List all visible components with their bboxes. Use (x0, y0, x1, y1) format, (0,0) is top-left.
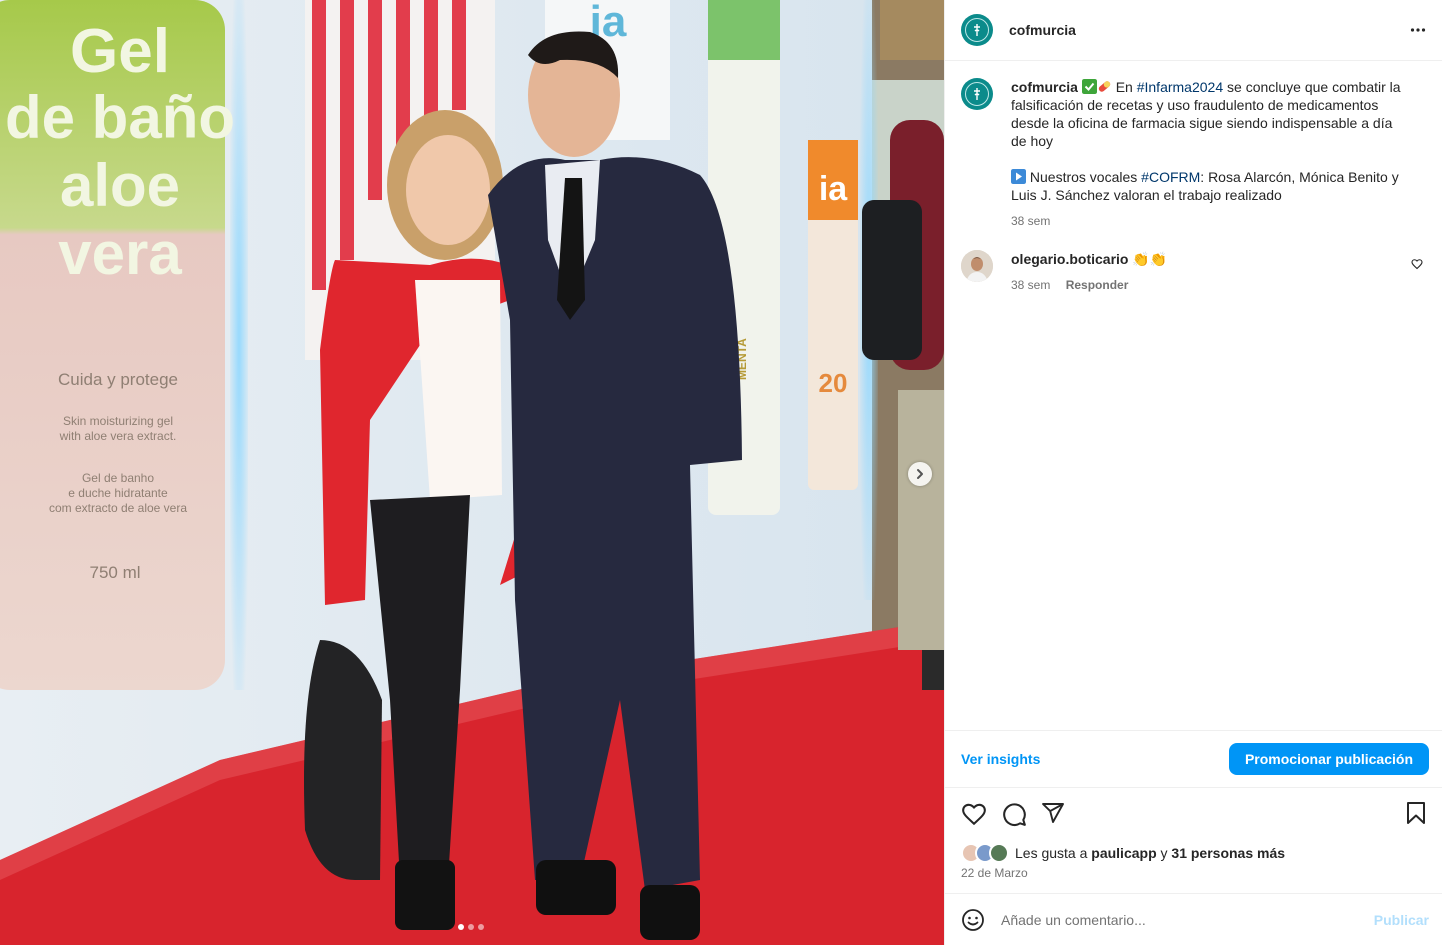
like-comment-heart-icon[interactable] (1411, 258, 1423, 270)
save-bookmark-icon[interactable] (1405, 801, 1427, 825)
commenter-username[interactable]: olegario.boticario (1011, 251, 1128, 267)
reply-button[interactable]: Responder (1066, 278, 1129, 292)
bottle-desc-1: Skin moisturizing gel (63, 414, 173, 428)
user-photo-icon (961, 250, 993, 282)
bottle-desc-3: Gel de banho (82, 471, 154, 485)
likes-prefix: Les gusta a (1015, 845, 1088, 861)
bottle-text-de-bano: de baño (5, 84, 235, 151)
bottle-desc-5: com extracto de aloe vera (49, 501, 187, 515)
carousel-dot (478, 924, 484, 930)
caption-time: 38 sem (1011, 214, 1051, 228)
pharmacy-logo-icon (974, 24, 980, 36)
post-actions (961, 801, 1427, 827)
post-date: 22 de Marzo (961, 866, 1028, 880)
emoji-smiley-icon[interactable] (961, 908, 985, 932)
bottle-text-vera: vera (58, 220, 182, 287)
bottle-text-aloe: aloe (60, 152, 180, 219)
carousel-indicator (458, 924, 484, 930)
liker-username[interactable]: paulicapp (1091, 845, 1156, 861)
insights-bar: Ver insights Promocionar publicación (945, 730, 1442, 788)
hashtag-link[interactable]: #Infarma2024 (1137, 79, 1223, 95)
caption-username[interactable]: cofmurcia (1011, 79, 1078, 95)
likes-summary: Les gusta a paulicapp y 31 personas más (961, 843, 1285, 863)
liker-avatar[interactable] (989, 843, 1009, 863)
caption-text-3: Nuestros vocales (1029, 169, 1138, 185)
carousel-dot (458, 924, 464, 930)
pill-icon (1098, 81, 1110, 92)
view-insights-link[interactable]: Ver insights (961, 751, 1040, 767)
brand-text-orange: ia (819, 170, 848, 208)
bottle-text-gel: Gel (70, 17, 170, 86)
check-mark-button-icon (1081, 79, 1097, 94)
more-horizontal-icon[interactable] (1410, 22, 1426, 38)
bottle-tagline: Cuida y protege (58, 370, 178, 389)
post-detail-panel: cofmurcia cofmurcia En #Infarma2024 se c… (944, 0, 1442, 945)
comment-time: 38 sem (1011, 278, 1051, 292)
like-heart-icon[interactable] (961, 801, 987, 827)
share-paper-plane-icon[interactable] (1041, 801, 1065, 825)
promote-post-button[interactable]: Promocionar publicación (1228, 743, 1429, 775)
bottle-desc-4: e duche hidratante (68, 486, 168, 500)
carousel-dot (468, 924, 474, 930)
post-caption: cofmurcia En #Infarma2024 se concluye qu… (961, 78, 1427, 230)
photo-scene: Gel de baño aloe vera Cuida y protege Sk… (0, 0, 944, 945)
post-header: cofmurcia (945, 0, 1442, 61)
spf-label: 20 (819, 368, 848, 398)
caption-text-1: En (1115, 79, 1133, 95)
comment-text: 👏👏 (1132, 251, 1168, 267)
account-username[interactable]: cofmurcia (1009, 22, 1076, 38)
pharmacy-logo-icon (974, 88, 980, 100)
bottle-desc-2: with aloe vera extract. (59, 429, 177, 443)
comment-input[interactable] (1001, 911, 1374, 928)
bottle-volume: 750 ml (89, 563, 140, 582)
next-photo-button[interactable] (908, 462, 932, 486)
comment-bubble-icon[interactable] (1001, 801, 1027, 827)
account-avatar[interactable] (961, 14, 993, 46)
publish-button[interactable]: Publicar (1374, 912, 1429, 928)
add-comment-bar: Publicar (945, 893, 1442, 945)
play-button-icon (1011, 169, 1026, 184)
commenter-avatar[interactable] (961, 250, 993, 282)
caption-avatar[interactable] (961, 78, 993, 110)
chevron-right-icon (917, 469, 923, 479)
hashtag-link[interactable]: #COFRM (1141, 169, 1200, 185)
liker-avatars (961, 843, 1009, 863)
post-photo[interactable]: Gel de baño aloe vera Cuida y protege Sk… (0, 0, 944, 945)
likes-connector: y (1160, 845, 1168, 861)
likes-others-link[interactable]: 31 personas más (1171, 845, 1285, 861)
comment-item: olegario.boticario 👏👏 38 sem Responder (961, 250, 1427, 294)
